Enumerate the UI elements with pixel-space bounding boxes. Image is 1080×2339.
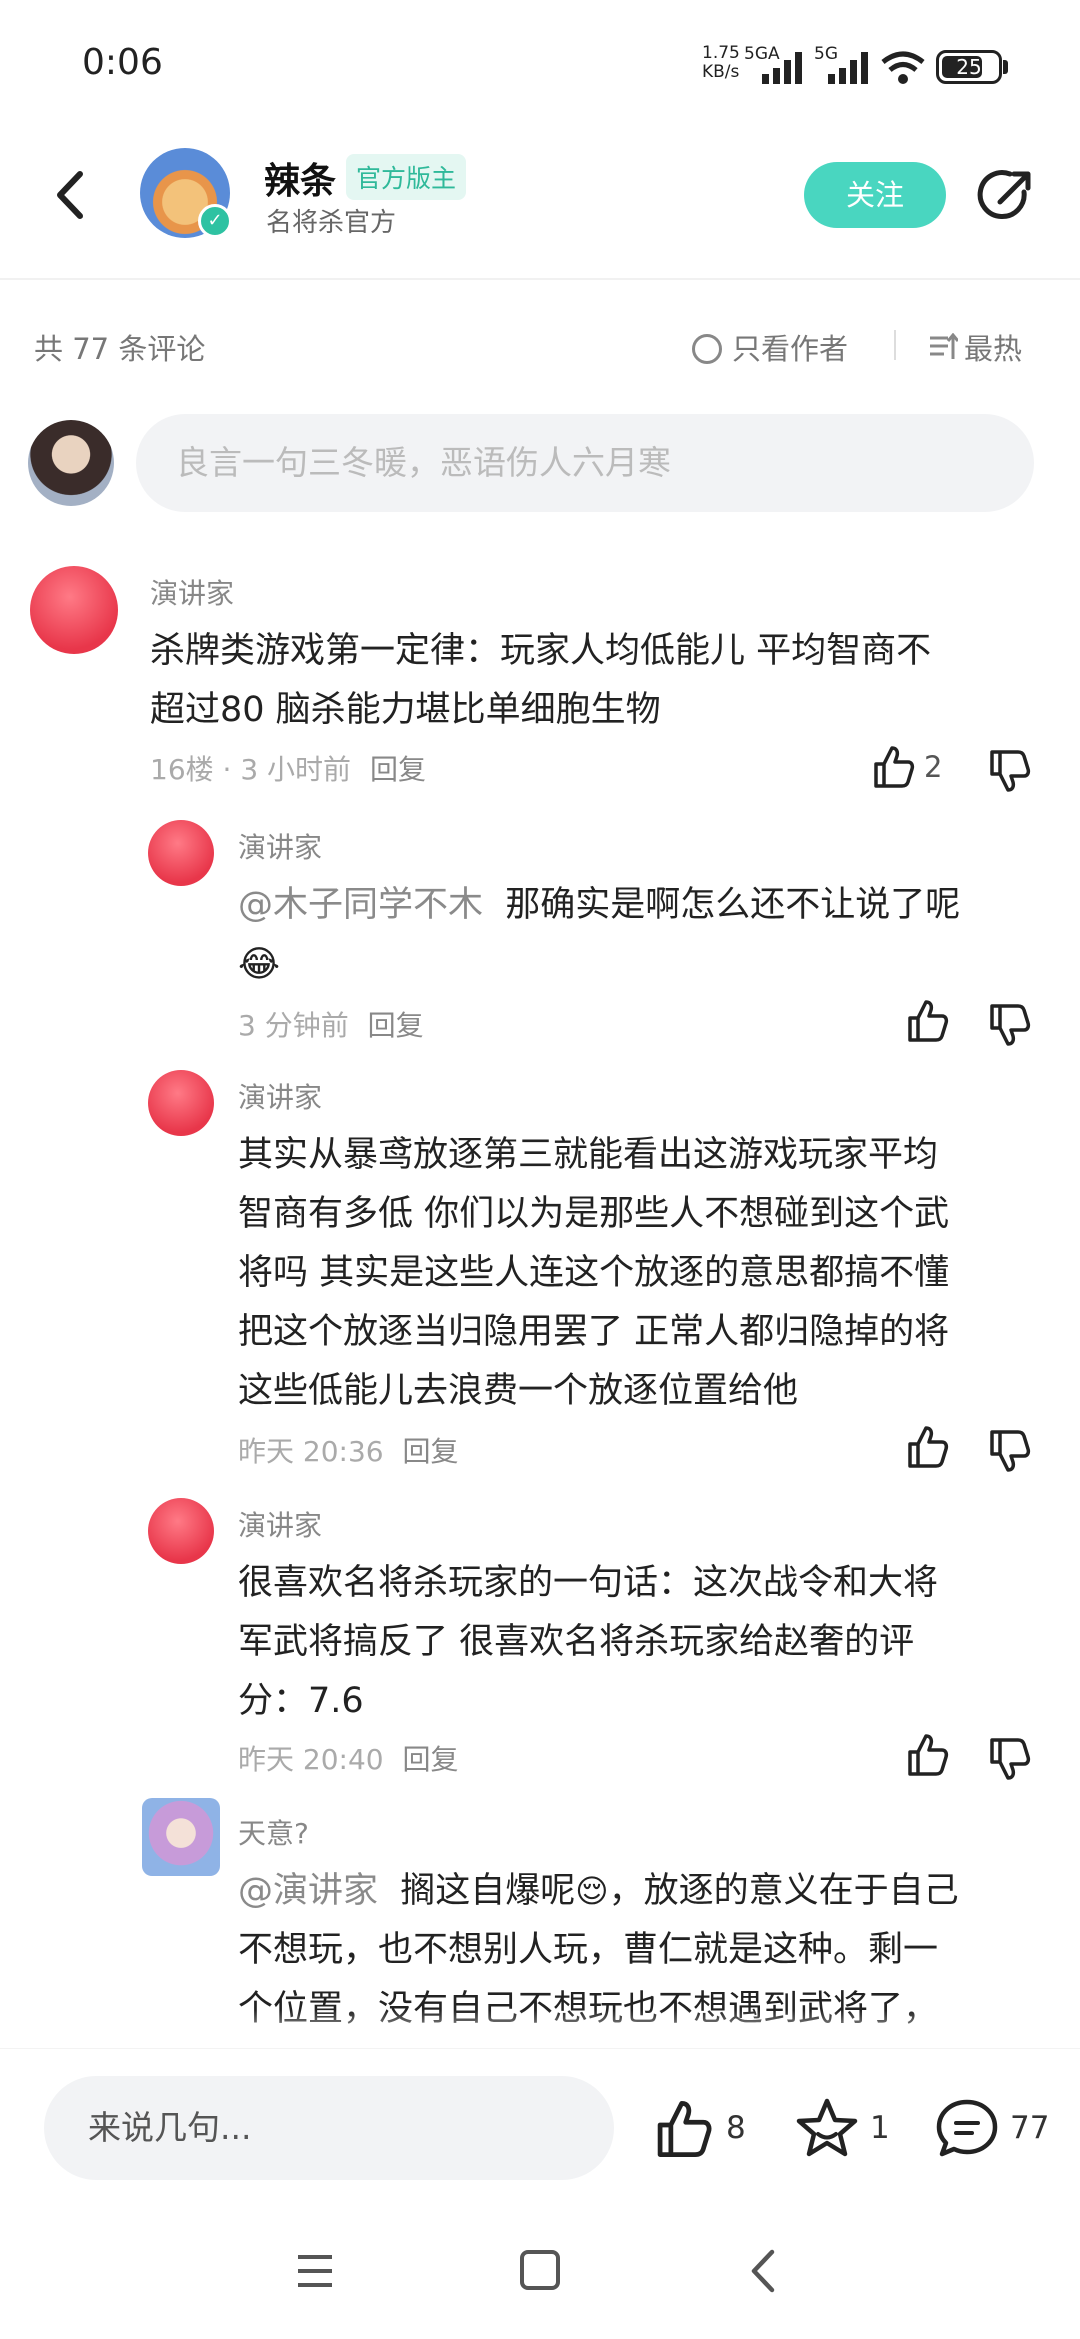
follow-button[interactable]: 关注: [804, 162, 946, 228]
dislike-icon[interactable]: [986, 1736, 1032, 1782]
reply-button[interactable]: 回复: [368, 1009, 424, 1042]
network-speed: 1.75 KB/s: [702, 44, 740, 82]
reply-name[interactable]: 演讲家: [238, 826, 322, 866]
reply-line: 分：7.6: [238, 1681, 364, 1721]
home-icon[interactable]: [520, 2250, 560, 2290]
reply-line: @木子同学不木 那确实是啊怎么还不让说了呢: [238, 876, 1038, 935]
battery-level: 25: [956, 55, 982, 79]
reply-text[interactable]: @木子同学不木 那确实是啊怎么还不让说了呢 😂: [238, 876, 1038, 995]
reply-avatar[interactable]: [142, 1798, 220, 1876]
reply-avatar[interactable]: [148, 820, 214, 886]
reply-meta: 昨天 20:36 回复: [238, 1430, 459, 1470]
comment-count: 共 77 条评论: [34, 332, 206, 366]
only-author-toggle[interactable]: 只看作者: [692, 326, 848, 368]
reply-button[interactable]: 回复: [403, 1743, 459, 1776]
reply-line: 把这个放逐当归隐用罢了 正常人都归隐掉的将: [238, 1312, 950, 1352]
like-icon[interactable]: [904, 1732, 950, 1778]
commenter-avatar[interactable]: [30, 566, 118, 654]
reply-line: 不想玩，也不想别人玩，曹仁就是这种。剩一: [238, 1930, 939, 1970]
emoji: 😂: [238, 944, 281, 985]
my-avatar: [28, 420, 114, 506]
reply-time: 昨天 20:40: [238, 1743, 384, 1776]
post-comment-count: 77: [1010, 2110, 1050, 2146]
commenter-name[interactable]: 演讲家: [150, 572, 234, 612]
reply-text-part: 那确实是啊怎么还不让说了呢: [505, 885, 961, 925]
only-author-label: 只看作者: [732, 332, 849, 366]
reply-line: 智商有多低 你们以为是那些人不想碰到这个武: [238, 1194, 950, 1234]
back-button[interactable]: [44, 160, 100, 230]
post-star-count: 1: [870, 2110, 890, 2146]
sort-label: 最热: [964, 332, 1023, 366]
reply-line: 很喜欢名将杀玩家的一句话：这次战令和大将: [238, 1563, 939, 1603]
menu-icon[interactable]: [296, 2253, 334, 2289]
reply-line: 军武将搞反了 很喜欢名将杀玩家给赵奢的评: [238, 1622, 915, 1662]
battery-cap: [1003, 60, 1008, 74]
post-like-count: 8: [726, 2110, 746, 2146]
reply-avatar[interactable]: [148, 1498, 214, 1564]
like-count: 2: [924, 750, 943, 784]
reply-line: @演讲家 搁这自爆呢😌，放逐的意义在于自己: [238, 1862, 1038, 1921]
bottom-comment-input[interactable]: 来说几句...: [44, 2076, 614, 2180]
reply-text[interactable]: 其实从暴鸢放逐第三就能看出这游戏玩家平均 智商有多低 你们以为是那些人不想碰到这…: [238, 1126, 1038, 1421]
sort-icon: [930, 332, 960, 359]
wifi-icon: [881, 51, 925, 84]
reply-meta: 3 分钟前 回复: [238, 1004, 424, 1044]
status-time: 0:06: [82, 42, 163, 83]
reply-name[interactable]: 演讲家: [238, 1504, 322, 1544]
comment-floor-time: 16楼 · 3 小时前: [150, 753, 352, 786]
mention-link[interactable]: @演讲家: [238, 1871, 378, 1911]
fade-overlay: [0, 2010, 1080, 2050]
reply-name[interactable]: 演讲家: [238, 1076, 322, 1116]
divider: [894, 330, 896, 360]
reply-text-part: 搁这自爆呢: [400, 1871, 576, 1911]
nav-back-icon[interactable]: [748, 2248, 778, 2294]
reply-name[interactable]: 天意?: [238, 1812, 309, 1852]
sort-button[interactable]: 最热: [928, 326, 1022, 368]
star-icon[interactable]: [794, 2096, 860, 2162]
signal-icon: [762, 52, 802, 84]
reply-button[interactable]: 回复: [370, 753, 426, 786]
battery-icon: 25: [936, 50, 1002, 84]
mention-link[interactable]: @木子同学不木: [238, 885, 483, 925]
comment-meta: 16楼 · 3 小时前 回复: [150, 748, 426, 788]
header-divider: [0, 278, 1080, 280]
comment-icon[interactable]: [934, 2096, 1000, 2162]
share-icon[interactable]: [976, 166, 1036, 226]
comment-input[interactable]: 良言一句三冬暖，恶语伤人六月寒: [136, 414, 1034, 512]
dislike-icon[interactable]: [986, 748, 1032, 794]
reply-time: 3 分钟前: [238, 1009, 349, 1042]
radio-icon[interactable]: [692, 334, 722, 364]
emoji: 😌: [575, 1872, 609, 1910]
dislike-icon[interactable]: [986, 1428, 1032, 1474]
verified-icon: ✓: [198, 204, 232, 238]
author-badge: 官方版主: [346, 154, 467, 200]
author-subtitle: 名将杀官方: [266, 208, 397, 238]
reply-meta: 昨天 20:40 回复: [238, 1738, 459, 1778]
comment-text[interactable]: 杀牌类游戏第一定律：玩家人均低能儿 平均智商不 超过80 脑杀能力堪比单细胞生物: [150, 622, 1030, 740]
signal-icon-2: [828, 52, 868, 84]
reply-line: 这些低能儿去浪费一个放逐位置给他: [238, 1371, 799, 1411]
comment-line: 杀牌类游戏第一定律：玩家人均低能儿 平均智商不: [150, 631, 932, 671]
reply-text-part: ，放逐的意义在于自己: [608, 1871, 959, 1911]
like-icon[interactable]: [652, 2098, 714, 2160]
reply-time: 昨天 20:36: [238, 1435, 384, 1468]
like-icon[interactable]: [870, 744, 916, 790]
network-speed-unit: KB/s: [702, 62, 740, 82]
reply-button[interactable]: 回复: [403, 1435, 459, 1468]
reply-line: 其实从暴鸢放逐第三就能看出这游戏玩家平均: [238, 1135, 939, 1175]
reply-avatar[interactable]: [148, 1070, 214, 1136]
reply-text[interactable]: 很喜欢名将杀玩家的一句话：这次战令和大将 军武将搞反了 很喜欢名将杀玩家给赵奢的…: [238, 1554, 1038, 1731]
network-speed-value: 1.75: [702, 43, 740, 63]
author-name[interactable]: 辣条: [264, 152, 336, 204]
reply-line: 😂: [238, 935, 1038, 995]
comment-line: 超过80 脑杀能力堪比单细胞生物: [150, 690, 661, 730]
dislike-icon[interactable]: [986, 1002, 1032, 1048]
reply-line: 将吗 其实是这些人连这个放逐的意思都搞不懂: [238, 1253, 950, 1293]
like-icon[interactable]: [904, 998, 950, 1044]
like-icon[interactable]: [904, 1424, 950, 1470]
